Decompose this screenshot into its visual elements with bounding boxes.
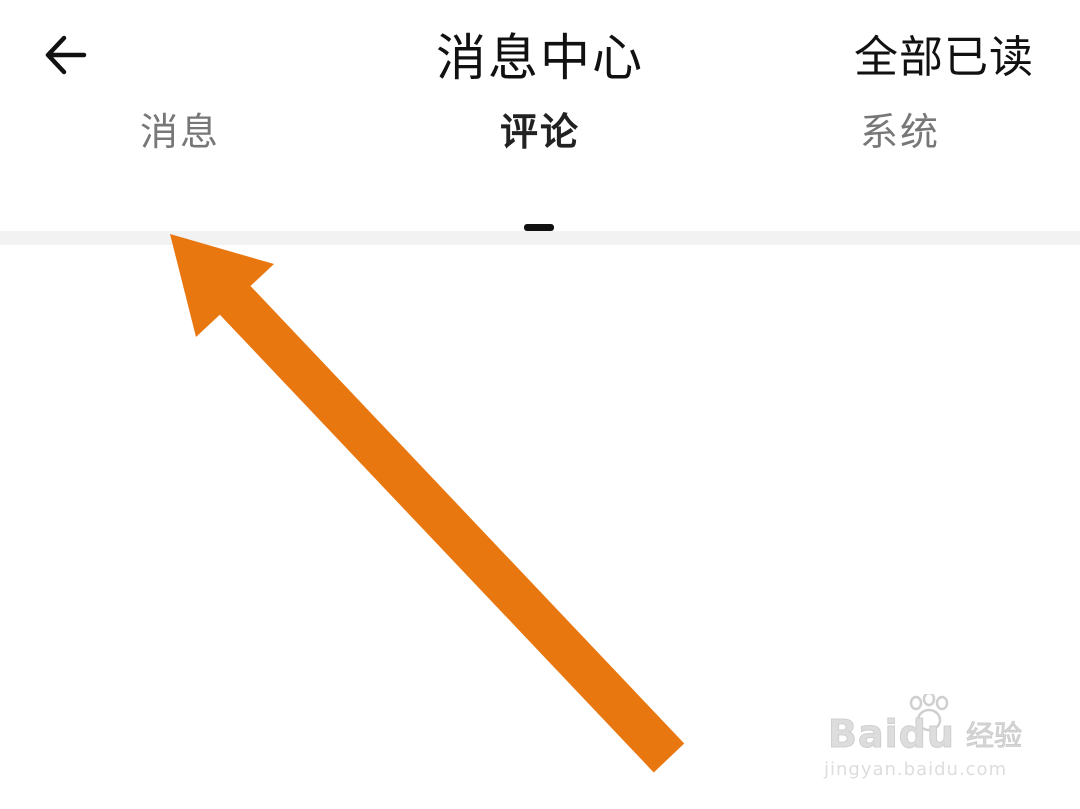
comments-list-empty: [0, 245, 1080, 809]
tab-comments[interactable]: 评论: [420, 110, 660, 231]
tab-messages[interactable]: 消息: [60, 110, 300, 230]
tab-comments-label: 评论: [499, 110, 580, 154]
tab-messages-label: 消息: [139, 110, 220, 154]
tab-system-label: 系统: [859, 110, 940, 154]
message-center-screen: 消息中心 全部已读 消息 评论 系统 Baidu 经验 jingyan.baid…: [0, 0, 1080, 809]
tab-system[interactable]: 系统: [780, 110, 1020, 230]
active-tab-indicator: [524, 224, 554, 231]
section-divider: [0, 231, 1080, 245]
arrow-left-icon: [45, 35, 87, 75]
back-button[interactable]: [28, 22, 104, 88]
tab-bar: 消息 评论 系统: [0, 110, 1080, 231]
